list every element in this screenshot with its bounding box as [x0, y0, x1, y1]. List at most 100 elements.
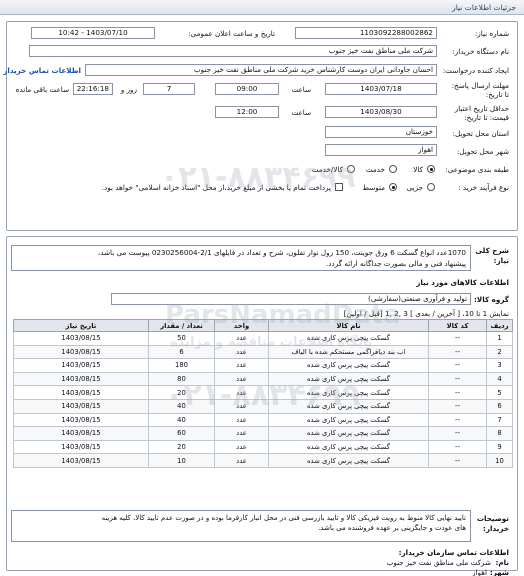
treasury-payment-checkbox[interactable] — [335, 183, 343, 191]
cell-code: -- — [428, 453, 487, 468]
need-number-label: شماره نیاز: — [474, 29, 509, 38]
validity-time-field: 12:00 — [215, 106, 279, 118]
col-code: کد کالا — [428, 319, 487, 332]
contact-org-label: نام: — [495, 558, 509, 567]
cell-code: -- — [428, 331, 487, 346]
col-row: ردیف — [486, 319, 513, 332]
cell-unit: عدد — [214, 344, 269, 360]
table-row: 9 -- گسکت پیچی پرس کاری شده عدد 20 1403/08/15 — [13, 439, 513, 455]
cell-name: گسکت پیچی پرس کاری شده — [268, 331, 429, 346]
cell-qty: 40 — [148, 412, 215, 428]
reply-time-label: ساعت — [291, 85, 311, 94]
cell-row: 10 — [486, 453, 513, 468]
buyer-notes-line-1: تایید نهایی کالا منوط به رویت فیزیکی کال… — [101, 514, 466, 522]
cell-name: گسکت پیچی پرس کاری شده — [268, 412, 429, 428]
purchase-minor-label: جزیی — [406, 183, 423, 192]
cell-name: گسکت پیچی پرس کاری شده — [268, 358, 429, 373]
announce-date-field: 1403/07/10 - 10:42 — [31, 27, 155, 39]
validity-date-field: 1403/08/30 — [325, 106, 437, 118]
cell-qty: 180 — [148, 358, 215, 373]
goods-section-title: اطلاعات کالاهای مورد نیاز — [416, 278, 509, 287]
cell-name: اب بند دیافراگمی مستحکم شده با الیاف — [268, 344, 429, 360]
cell-unit: عدد — [214, 398, 269, 414]
buyer-contact-link[interactable]: اطلاعات تماس خریدار — [3, 66, 81, 75]
reply-deadline-label: مهلت ارسال پاسخ: — [451, 81, 509, 90]
pagination[interactable]: نمایش 1 تا 10، [ آخرین / بعدی ] 3 ,2 ,1 … — [344, 309, 509, 318]
cell-row: 1 — [486, 331, 513, 346]
goods-table-header: ردیف کد کالا نام کالا واحد تعداد / مقدار… — [13, 319, 513, 332]
cell-row: 5 — [486, 385, 513, 400]
category-service-radio[interactable] — [389, 165, 397, 173]
description-label: شرح کلی — [475, 246, 509, 255]
cell-row: 9 — [486, 439, 513, 455]
price-validity-label: حداقل تاریخ اعتبار — [454, 104, 509, 113]
cell-date: 1403/08/15 — [13, 331, 149, 346]
cell-row: 8 — [486, 426, 513, 441]
cell-name: گسکت پیچی پرس کاری شده — [268, 371, 429, 387]
category-goods-radio[interactable] — [427, 165, 435, 173]
province-label: استان محل تحویل: — [452, 129, 509, 138]
cell-name: گسکت پیچی پرس کاری شده — [268, 439, 429, 455]
cell-code: -- — [428, 398, 487, 414]
description-label-2: نیاز: — [493, 256, 509, 265]
contact-org-value: شرکت ملی مناطق نفت خیز جنوب — [386, 558, 491, 567]
cell-qty: 60 — [148, 426, 215, 441]
description-line-1: 1070عدد انواع گسکت 6 ورق جوینت، 150 رول … — [97, 248, 466, 257]
city-label: شهر محل تحویل: — [456, 147, 509, 156]
category-label: طبقه بندی موضوعی: — [445, 165, 509, 174]
cell-date: 1403/08/15 — [13, 358, 149, 373]
table-row: 10 -- گسکت پیچی پرس کاری شده عدد 10 1403/08/1… — [13, 453, 513, 468]
category-goods-service-label: کالا/خدمت — [311, 165, 343, 174]
buyer-notes-label-2: خریدار: — [483, 524, 509, 533]
cell-name: گسکت پیچی پرس کاری شده — [268, 426, 429, 441]
cell-code: -- — [428, 358, 487, 373]
days-field: 7 — [143, 83, 195, 95]
remaining-time-field: 22:16:18 — [73, 83, 113, 95]
cell-unit: عدد — [214, 371, 269, 387]
city-field: اهواز — [325, 144, 437, 156]
cell-code: -- — [428, 344, 487, 360]
table-row: 1 -- گسکت پیچی پرس کاری شده عدد 50 1403/08/15 — [13, 331, 513, 346]
cell-date: 1403/08/15 — [13, 426, 149, 441]
table-row: 6 -- گسکت پیچی پرس کاری شده عدد 40 1403/08/15 — [13, 398, 513, 414]
buyer-label: نام دستگاه خریدار: — [452, 47, 509, 56]
cell-unit: عدد — [214, 412, 269, 428]
cell-name: گسکت پیچی پرس کاری شده — [268, 385, 429, 400]
cell-code: -- — [428, 385, 487, 400]
goods-group-label: گروه کالا: — [474, 295, 509, 304]
reply-date-field: 1403/07/18 — [325, 83, 437, 95]
cell-row: 4 — [486, 371, 513, 387]
cell-unit: عدد — [214, 426, 269, 441]
cell-row: 7 — [486, 412, 513, 428]
creator-field: احسان جاودانی ایران دوست کارشناس خرید شر… — [85, 64, 437, 76]
goods-table: ردیف کد کالا نام کالا واحد تعداد / مقدار… — [13, 319, 513, 468]
contact-section-title: اطلاعات تماس سازمان خریدار: — [398, 548, 509, 557]
col-qty: تعداد / مقدار — [148, 319, 215, 332]
description-line-2: پیشنهاد فنی و مالی بصورت جداگانه ارائه گ… — [326, 259, 466, 268]
announce-date-label: تاریخ و ساعت اعلان عمومی: — [188, 29, 275, 38]
category-goods-service-radio[interactable] — [347, 165, 355, 173]
cell-code: -- — [428, 371, 487, 387]
purchase-type-label: نوع فرآیند خرید : — [458, 183, 509, 192]
cell-date: 1403/08/15 — [13, 398, 149, 414]
cell-date: 1403/08/15 — [13, 371, 149, 387]
cell-unit: عدد — [214, 331, 269, 346]
purchase-minor-radio[interactable] — [427, 183, 435, 191]
cell-date: 1403/08/15 — [13, 453, 149, 468]
cell-qty: 10 — [148, 453, 215, 468]
cell-unit: عدد — [214, 385, 269, 400]
description-box: 1070عدد انواع گسکت 6 ورق جوینت، 150 رول … — [11, 245, 471, 271]
buyer-notes-box: تایید نهایی کالا منوط به رویت فیزیکی کال… — [11, 510, 471, 542]
cell-qty: 50 — [148, 331, 215, 346]
need-number-field: 1103092288002862 — [295, 27, 437, 39]
reply-time-field: 09:00 — [215, 83, 279, 95]
cell-unit: عدد — [214, 453, 269, 468]
cell-row: 3 — [486, 358, 513, 373]
cell-date: 1403/08/15 — [13, 439, 149, 455]
col-unit: واحد — [214, 319, 269, 332]
cell-qty: 20 — [148, 385, 215, 400]
cell-qty: 6 — [148, 344, 215, 360]
purchase-medium-radio[interactable] — [389, 183, 397, 191]
table-row: 7 -- گسکت پیچی پرس کاری شده عدد 40 1403/08/15 — [13, 412, 513, 428]
contact-city-label: شهر: — [489, 568, 509, 576]
